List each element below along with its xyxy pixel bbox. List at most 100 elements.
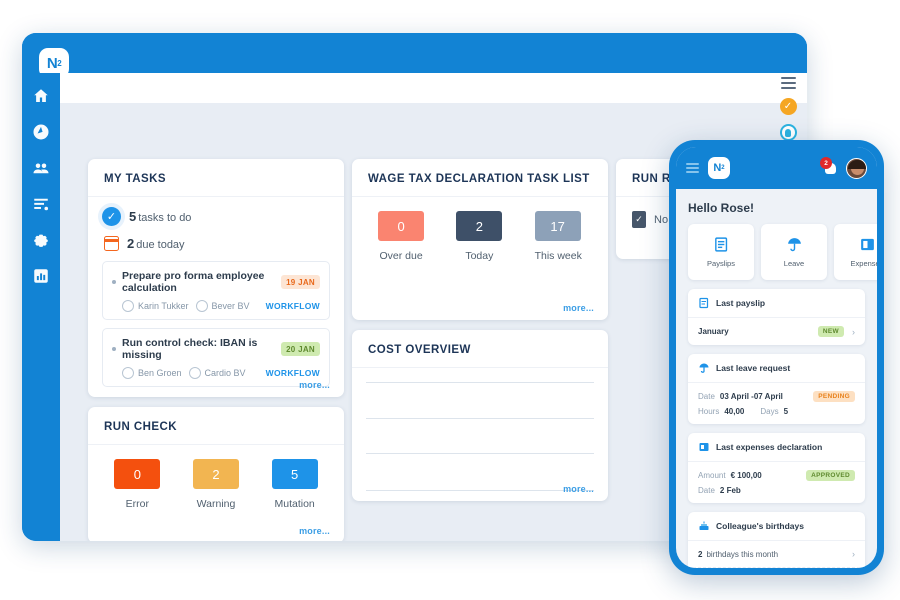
tasks-todo-count: 5 bbox=[129, 209, 137, 224]
leave-hours-row: Hours 40,00 Days 5 bbox=[698, 407, 855, 416]
cost-overview-more-link[interactable]: more... bbox=[563, 484, 594, 494]
my-tasks-title: MY TASKS bbox=[88, 159, 344, 197]
date-value: 03 April -07 April bbox=[719, 392, 783, 401]
card-title: Colleague's birthdays bbox=[716, 521, 804, 531]
bell-circle-icon[interactable] bbox=[779, 124, 797, 141]
tasks-due-line: 2 due today bbox=[102, 236, 330, 251]
run-check-stat[interactable]: 5 Mutation bbox=[271, 459, 318, 510]
task-title: Run control check: IBAN is missing bbox=[122, 337, 258, 361]
wage-tax-more-link[interactable]: more... bbox=[563, 303, 594, 313]
task-workflow-link[interactable]: WORKFLOW bbox=[266, 368, 320, 378]
tile-payslips[interactable]: Payslips bbox=[688, 224, 754, 280]
people-icon[interactable] bbox=[32, 159, 50, 177]
stat-label: Error bbox=[125, 498, 149, 510]
tile-expenses[interactable]: Expenses bbox=[834, 224, 877, 280]
task-row[interactable]: Prepare pro forma employee calculation 1… bbox=[102, 261, 330, 320]
tile-label: Expenses bbox=[850, 259, 877, 268]
stat-value-box: 17 bbox=[534, 211, 581, 241]
mobile-logo: N2 bbox=[708, 157, 730, 179]
task-workflow-link[interactable]: WORKFLOW bbox=[266, 301, 320, 311]
task-due-badge: 19 JAN bbox=[281, 275, 320, 289]
date-value: 2 Feb bbox=[719, 486, 741, 495]
run-check-title: RUN CHECK bbox=[88, 407, 344, 445]
amount-value: € 100,00 bbox=[730, 471, 762, 480]
gear-icon[interactable] bbox=[32, 231, 50, 249]
wage-tax-stat[interactable]: 2 Today bbox=[456, 211, 503, 262]
company-icon bbox=[195, 300, 208, 312]
logo-sup: 2 bbox=[721, 165, 725, 171]
compass-icon[interactable] bbox=[32, 123, 50, 141]
birthday-count-row[interactable]: 2 birthdays this month › bbox=[688, 541, 865, 568]
payslip-row[interactable]: January NEW › bbox=[698, 326, 855, 337]
person-icon bbox=[122, 367, 134, 379]
last-leave-card: Last leave request Date 03 April -07 Apr… bbox=[688, 354, 865, 424]
hamburger-icon[interactable] bbox=[686, 163, 699, 173]
tile-leave[interactable]: Leave bbox=[761, 224, 827, 280]
task-row[interactable]: Run control check: IBAN is missing 20 JA… bbox=[102, 328, 330, 387]
logo-sup: 2 bbox=[57, 58, 62, 68]
leave-date-row: Date 03 April -07 April PENDING bbox=[698, 391, 855, 402]
stat-value-box: 2 bbox=[192, 459, 239, 489]
left-sidebar bbox=[22, 73, 60, 541]
run-check-stats: 0 Error 2 Warning 5 Mutation bbox=[88, 445, 344, 510]
hamburger-icon[interactable] bbox=[780, 77, 796, 89]
cake-icon bbox=[699, 521, 709, 530]
wage-tax-stat[interactable]: 0 Over due bbox=[378, 211, 425, 262]
chevron-right-icon[interactable]: › bbox=[852, 549, 855, 559]
wage-tax-title: WAGE TAX DECLARATION TASK LIST bbox=[352, 159, 608, 197]
quick-action-tiles: Payslips Leave Expenses bbox=[676, 224, 877, 280]
bullet-icon bbox=[112, 347, 116, 351]
check-circle-icon[interactable]: ✓ bbox=[779, 98, 797, 115]
mobile-screen: N2 2 Hello Rose! Payslips Leave Expens L… bbox=[676, 147, 877, 568]
umbrella-icon bbox=[787, 238, 801, 252]
stat-label: Warning bbox=[196, 498, 236, 510]
avatar[interactable] bbox=[846, 157, 867, 179]
notification-bell-icon[interactable]: 2 bbox=[820, 157, 839, 176]
bullet-icon bbox=[112, 280, 116, 284]
stat-label: Over due bbox=[379, 250, 423, 262]
mobile-app-window: N2 2 Hello Rose! Payslips Leave Expens L… bbox=[669, 140, 884, 575]
expense-date-row: Date 2 Feb bbox=[698, 486, 855, 495]
my-tasks-body: ✓ 5 tasks to do 2 due today Prepare pro fo… bbox=[88, 197, 344, 387]
company-icon bbox=[188, 367, 201, 379]
cost-overview-title: COST OVERVIEW bbox=[352, 330, 608, 368]
logo-letter: N bbox=[713, 162, 722, 174]
home-icon[interactable] bbox=[32, 87, 50, 105]
payslip-icon bbox=[714, 237, 727, 252]
right-toolbar: ✓ bbox=[775, 77, 801, 141]
calendar-icon bbox=[104, 236, 119, 251]
umbrella-icon bbox=[699, 363, 709, 373]
run-check-more-link[interactable]: more... bbox=[299, 526, 330, 536]
tile-label: Leave bbox=[783, 259, 805, 268]
tasks-due-count: 2 bbox=[127, 236, 135, 251]
my-tasks-more-link[interactable]: more... bbox=[299, 380, 330, 390]
task-company: Bever BV bbox=[211, 301, 250, 311]
stat-value-box: 0 bbox=[378, 211, 425, 241]
list-icon[interactable] bbox=[32, 195, 50, 213]
status-badge: NEW bbox=[817, 326, 844, 337]
card-title: Last payslip bbox=[716, 298, 766, 308]
chevron-right-icon[interactable]: › bbox=[852, 327, 855, 337]
logo-letter: N bbox=[46, 54, 58, 72]
run-check-stat[interactable]: 0 Error bbox=[114, 459, 161, 510]
tasks-due-label: due today bbox=[136, 239, 185, 251]
wage-tax-stat[interactable]: 17 This week bbox=[534, 211, 582, 262]
amount-label: Amount bbox=[698, 471, 726, 480]
chart-bars bbox=[366, 382, 594, 490]
task-person: Ben Groen bbox=[138, 368, 182, 378]
status-badge: PENDING bbox=[813, 391, 855, 402]
content-top-strip bbox=[60, 73, 807, 103]
task-person: Karin Tukker bbox=[138, 301, 189, 311]
run-check-stat[interactable]: 2 Warning bbox=[192, 459, 239, 510]
chart-icon[interactable] bbox=[32, 267, 50, 285]
screenshot-canvas: N2 ✓ MY TASKS ✓ 5 tasks to do 2 due toda… bbox=[0, 0, 900, 600]
tasks-todo-line: ✓ 5 tasks to do bbox=[102, 207, 330, 226]
last-expenses-card: Last expenses declaration Amount € 100,0… bbox=[688, 433, 865, 503]
status-badge: APPROVED bbox=[806, 470, 855, 481]
expenses-icon bbox=[860, 238, 874, 251]
wage-tax-stats: 0 Over due 2 Today 17 This week bbox=[352, 197, 608, 262]
person-icon bbox=[122, 300, 134, 312]
payslip-icon bbox=[699, 297, 709, 309]
days-label: Days bbox=[760, 407, 779, 416]
tile-label: Payslips bbox=[707, 259, 735, 268]
